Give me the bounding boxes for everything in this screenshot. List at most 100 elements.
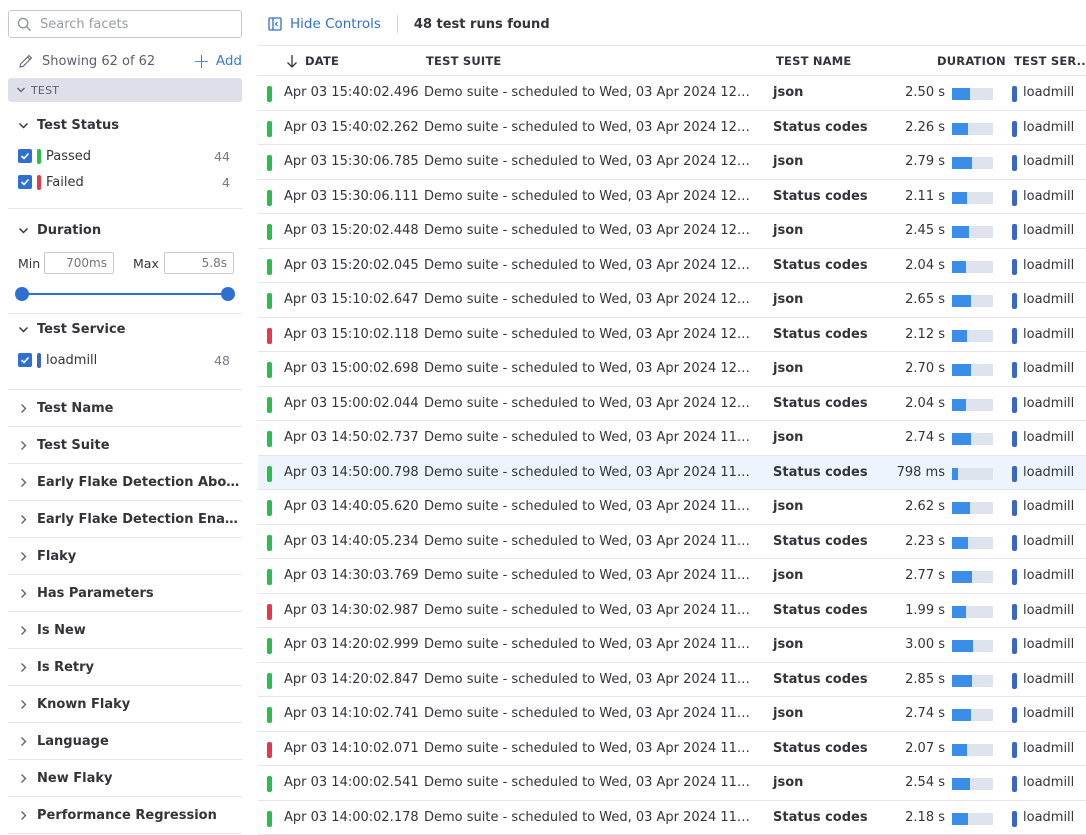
table-row[interactable]: Apr 03 15:00:02.698 Demo suite - schedule… bbox=[258, 352, 1086, 387]
duration-max-input[interactable] bbox=[164, 252, 234, 274]
facet-test-status-header[interactable]: Test Status bbox=[18, 118, 119, 133]
cell-duration: 2.12 s bbox=[905, 326, 945, 342]
cell-duration: 2.04 s bbox=[905, 395, 945, 411]
facet-value-loadmill[interactable]: loadmill 48 bbox=[18, 350, 230, 370]
duration-bar-fill bbox=[952, 295, 971, 307]
checkbox-checked[interactable] bbox=[18, 353, 32, 367]
facet-has-parameters[interactable]: Has Parameters bbox=[18, 575, 242, 612]
duration-min-input[interactable] bbox=[44, 252, 114, 274]
table-row[interactable]: Apr 03 14:30:02.987 Demo suite - schedule… bbox=[258, 594, 1086, 628]
status-indicator bbox=[267, 603, 272, 620]
facet-known-flaky[interactable]: Known Flaky bbox=[18, 686, 242, 723]
facet-is-new[interactable]: Is New bbox=[18, 612, 242, 649]
service-color-swatch bbox=[1012, 810, 1017, 827]
max-label: Max bbox=[133, 256, 159, 271]
facet-early-flake-abort[interactable]: Early Flake Detection Abort R... bbox=[18, 464, 242, 501]
table-row[interactable]: Apr 03 15:40:02.262 Demo suite - schedule… bbox=[258, 111, 1086, 145]
facet-test-suite[interactable]: Test Suite bbox=[18, 427, 242, 464]
duration-slider-min-handle[interactable] bbox=[15, 287, 29, 301]
facet-new-flaky[interactable]: New Flaky bbox=[18, 760, 242, 797]
service-color-swatch bbox=[1012, 569, 1017, 585]
table-row[interactable]: Apr 03 14:20:02.999 Demo suite - schedule… bbox=[258, 628, 1086, 663]
table-row[interactable]: Apr 03 14:20:02.847 Demo suite - schedule… bbox=[258, 663, 1086, 697]
divider bbox=[396, 15, 398, 33]
duration-bar bbox=[952, 571, 993, 583]
table-row[interactable]: Apr 03 14:40:05.620 Demo suite - schedule… bbox=[258, 490, 1086, 525]
table-row[interactable]: Apr 03 14:00:02.541 Demo suite - schedule… bbox=[258, 766, 1086, 801]
cell-date: Apr 03 14:20:02.847 bbox=[284, 671, 419, 687]
cell-test-suite: Demo suite - scheduled to Wed, 03 Apr 20… bbox=[424, 809, 754, 825]
duration-slider-max-handle[interactable] bbox=[221, 287, 235, 301]
status-indicator bbox=[267, 155, 272, 171]
cell-date: Apr 03 14:30:02.987 bbox=[284, 602, 419, 618]
table-row[interactable]: Apr 03 15:10:02.647 Demo suite - schedule… bbox=[258, 283, 1086, 318]
facet-duration-header[interactable]: Duration bbox=[18, 223, 101, 238]
cell-duration: 2.79 s bbox=[905, 154, 945, 169]
facet-test-name[interactable]: Test Name bbox=[18, 390, 242, 427]
cell-test-suite: Demo suite - scheduled to Wed, 03 Apr 20… bbox=[424, 671, 754, 687]
plus-icon: + bbox=[193, 49, 210, 73]
cell-test-name: json bbox=[773, 499, 804, 514]
table-row[interactable]: Apr 03 15:40:02.496 Demo suite - schedule… bbox=[258, 76, 1086, 111]
pencil-icon[interactable] bbox=[18, 53, 34, 69]
table-row[interactable]: Apr 03 14:30:03.769 Demo suite - schedule… bbox=[258, 559, 1086, 594]
facet-title: Test Status bbox=[37, 118, 119, 133]
duration-bar-fill bbox=[952, 191, 967, 204]
facet-title: Is Retry bbox=[37, 660, 95, 675]
cell-duration: 2.85 s bbox=[905, 671, 945, 687]
cell-test-service: loadmill bbox=[1023, 464, 1075, 480]
status-indicator bbox=[267, 431, 272, 447]
checkbox-checked[interactable] bbox=[18, 175, 32, 189]
column-label: DATE bbox=[305, 54, 340, 68]
table-row[interactable]: Apr 03 15:10:02.118 Demo suite - schedule… bbox=[258, 318, 1086, 352]
table-row[interactable]: Apr 03 15:30:06.111 Demo suite - schedule… bbox=[258, 180, 1086, 214]
duration-slider-track[interactable] bbox=[22, 293, 228, 295]
column-header-test-service[interactable]: TEST SER... bbox=[1014, 54, 1086, 68]
table-row[interactable]: Apr 03 15:30:06.785 Demo suite - schedule… bbox=[258, 145, 1086, 180]
cell-test-suite: Demo suite - scheduled to Wed, 03 Apr 20… bbox=[424, 257, 754, 273]
add-facet-button[interactable]: + Add bbox=[193, 49, 242, 73]
table-row[interactable]: Apr 03 15:20:02.448 Demo suite - schedule… bbox=[258, 214, 1086, 249]
facet-value-passed[interactable]: Passed 44 bbox=[18, 146, 230, 166]
facet-value-failed[interactable]: Failed 4 bbox=[18, 172, 230, 192]
table-row[interactable]: Apr 03 14:10:02.071 Demo suite - schedule… bbox=[258, 732, 1086, 766]
cell-duration: 2.62 s bbox=[905, 499, 945, 514]
chevron-right-icon bbox=[21, 589, 27, 598]
column-header-test-suite[interactable]: TEST SUITE bbox=[426, 54, 501, 68]
facet-value-count: 48 bbox=[214, 352, 230, 368]
facet-test-service-header[interactable]: Test Service bbox=[18, 322, 125, 337]
checkbox-checked[interactable] bbox=[18, 149, 32, 163]
table-row[interactable]: Apr 03 14:50:00.798 Demo suite - schedule… bbox=[258, 455, 1086, 490]
table-row[interactable]: Apr 03 14:00:02.178 Demo suite - schedule… bbox=[258, 801, 1086, 835]
duration-bar bbox=[952, 295, 993, 307]
cell-duration: 2.23 s bbox=[905, 533, 945, 549]
facet-language[interactable]: Language bbox=[18, 723, 242, 760]
column-header-duration[interactable]: DURATION bbox=[937, 54, 1006, 68]
cell-test-suite: Demo suite - scheduled to Wed, 03 Apr 20… bbox=[424, 499, 754, 514]
table-row[interactable]: Apr 03 15:00:02.044 Demo suite - schedule… bbox=[258, 387, 1086, 421]
table-row[interactable]: Apr 03 14:40:05.234 Demo suite - schedule… bbox=[258, 525, 1086, 559]
table-row[interactable]: Apr 03 14:50:02.737 Demo suite - schedule… bbox=[258, 421, 1086, 456]
table-row[interactable]: Apr 03 14:10:02.741 Demo suite - schedule… bbox=[258, 697, 1086, 732]
column-header-date[interactable]: DATE bbox=[286, 54, 339, 68]
facet-search-box[interactable] bbox=[8, 10, 242, 38]
hide-controls-button[interactable]: Hide Controls bbox=[268, 16, 381, 32]
duration-bar bbox=[952, 674, 993, 687]
cell-test-name: Status codes bbox=[773, 740, 868, 756]
cell-test-suite: Demo suite - scheduled to Wed, 03 Apr 20… bbox=[424, 430, 754, 445]
facet-early-flake-enabled[interactable]: Early Flake Detection Enabled bbox=[18, 501, 242, 538]
facet-is-retry[interactable]: Is Retry bbox=[18, 649, 242, 686]
facet-group-test[interactable]: TEST bbox=[8, 78, 242, 102]
status-indicator bbox=[267, 362, 272, 378]
chevron-right-icon bbox=[21, 441, 27, 450]
cell-test-suite: Demo suite - scheduled to Wed, 03 Apr 20… bbox=[424, 740, 754, 756]
cell-duration: 2.77 s bbox=[905, 568, 945, 583]
column-header-test-name[interactable]: TEST NAME bbox=[776, 54, 851, 68]
duration-bar-fill bbox=[952, 640, 974, 652]
cell-test-service: loadmill bbox=[1023, 119, 1075, 135]
facet-performance-regression[interactable]: Performance Regression bbox=[18, 797, 242, 834]
facet-search-input[interactable] bbox=[40, 16, 230, 32]
chevron-right-icon bbox=[21, 811, 27, 820]
table-row[interactable]: Apr 03 15:20:02.045 Demo suite - schedule… bbox=[258, 249, 1086, 283]
facet-flaky[interactable]: Flaky bbox=[18, 538, 242, 575]
